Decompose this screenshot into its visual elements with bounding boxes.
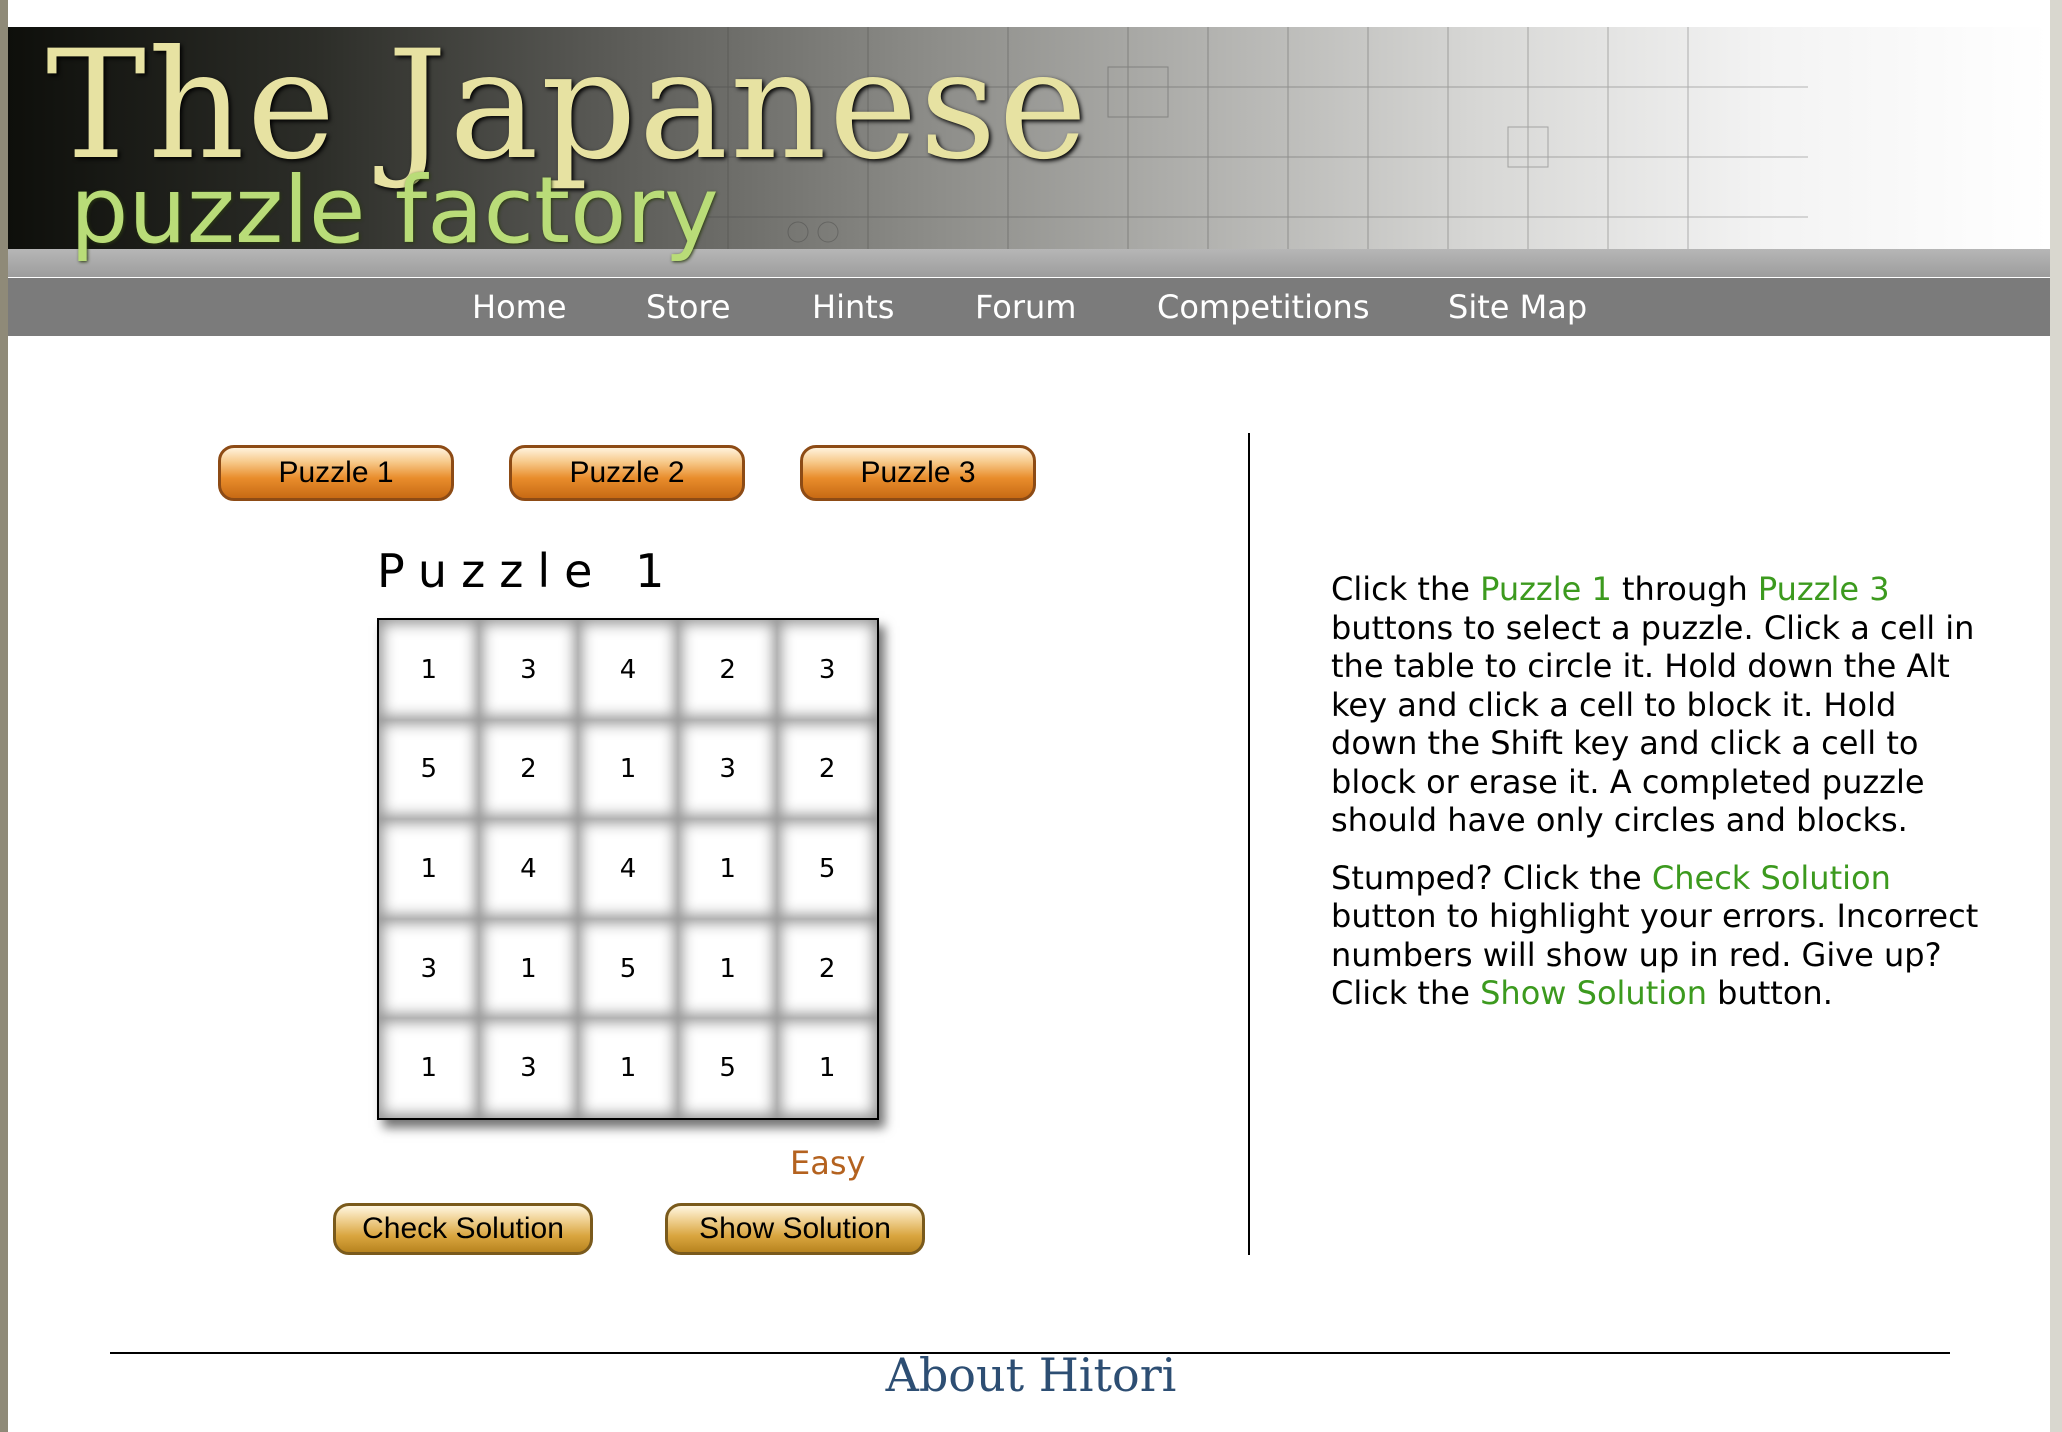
grid-cell[interactable]: 1 [677,918,778,1019]
grid-cell[interactable]: 3 [379,918,479,1019]
nav-competitions[interactable]: Competitions [1157,288,1370,326]
instructions-text: button. [1706,974,1833,1012]
nav-forum[interactable]: Forum [975,288,1076,326]
highlight-text: Puzzle 1 [1480,570,1612,608]
instructions-text: Click the [1331,570,1481,608]
grid-cell[interactable]: 3 [478,620,579,720]
check-solution-button[interactable]: Check Solution [333,1203,593,1255]
grid-cell[interactable]: 3 [777,620,877,720]
puzzle-title: Puzzle 1 [377,544,679,598]
grid-cell[interactable]: 1 [379,620,479,720]
instructions: Click the Puzzle 1 through Puzzle 3 butt… [1331,570,1991,1032]
puzzle-1-button[interactable]: Puzzle 1 [218,445,454,501]
grid-cell[interactable]: 1 [578,719,678,820]
about-hitori-heading: About Hitori [885,1348,1177,1402]
grid-cell[interactable]: 1 [478,918,579,1019]
grid-cell[interactable]: 3 [677,719,778,820]
instructions-paragraph-2: Stumped? Click the Check Solution button… [1331,859,1991,1013]
show-solution-button[interactable]: Show Solution [665,1203,925,1255]
grid-cell[interactable]: 2 [777,719,877,820]
nav-site-map[interactable]: Site Map [1448,288,1587,326]
grid-cell[interactable]: 5 [777,819,877,919]
nav-hints[interactable]: Hints [812,288,894,326]
nav-home[interactable]: Home [472,288,567,326]
grid-cell[interactable]: 4 [478,819,579,919]
grid-cell[interactable]: 1 [578,1018,678,1118]
grid-cell[interactable]: 4 [578,620,678,720]
page-frame-left [0,0,8,1432]
difficulty-label: Easy [790,1144,866,1182]
grid-cell[interactable]: 1 [777,1018,877,1118]
instructions-text: buttons to select a puzzle. Click a cell… [1331,608,1975,840]
grid-cell[interactable]: 1 [677,819,778,919]
grid-cell[interactable]: 2 [478,719,579,820]
highlight-text: Puzzle 3 [1757,570,1890,608]
page-frame-right [2050,0,2062,1432]
grid-cell[interactable]: 1 [379,1018,479,1118]
puzzle-grid: 1 3 4 2 3 5 2 1 3 2 1 4 4 1 5 3 1 5 1 2 … [377,618,879,1120]
grid-cell[interactable]: 3 [478,1018,579,1118]
instructions-paragraph-1: Click the Puzzle 1 through Puzzle 3 butt… [1331,570,1991,840]
grid-cell[interactable]: 2 [777,918,877,1019]
header-banner: The Japanese puzzle factory [8,27,2050,277]
puzzle-3-button[interactable]: Puzzle 3 [800,445,1036,501]
grid-cell[interactable]: 2 [677,620,778,720]
grid-cell[interactable]: 1 [379,819,479,919]
grid-cell[interactable]: 5 [677,1018,778,1118]
grid-cell[interactable]: 5 [578,918,678,1019]
highlight-text: Show Solution [1480,974,1707,1012]
instructions-text: through [1611,570,1758,608]
grid-cell[interactable]: 5 [379,719,479,820]
highlight-text: Check Solution [1651,858,1891,897]
grid-cell[interactable]: 4 [578,819,678,919]
site-logo-subtitle: puzzle factory [70,157,719,264]
nav-store[interactable]: Store [646,288,731,326]
puzzle-2-button[interactable]: Puzzle 2 [509,445,745,501]
main-nav: Home Store Hints Forum Competitions Site… [8,278,2050,336]
instructions-text: Stumped? Click the [1331,858,1652,897]
column-divider [1248,433,1250,1255]
